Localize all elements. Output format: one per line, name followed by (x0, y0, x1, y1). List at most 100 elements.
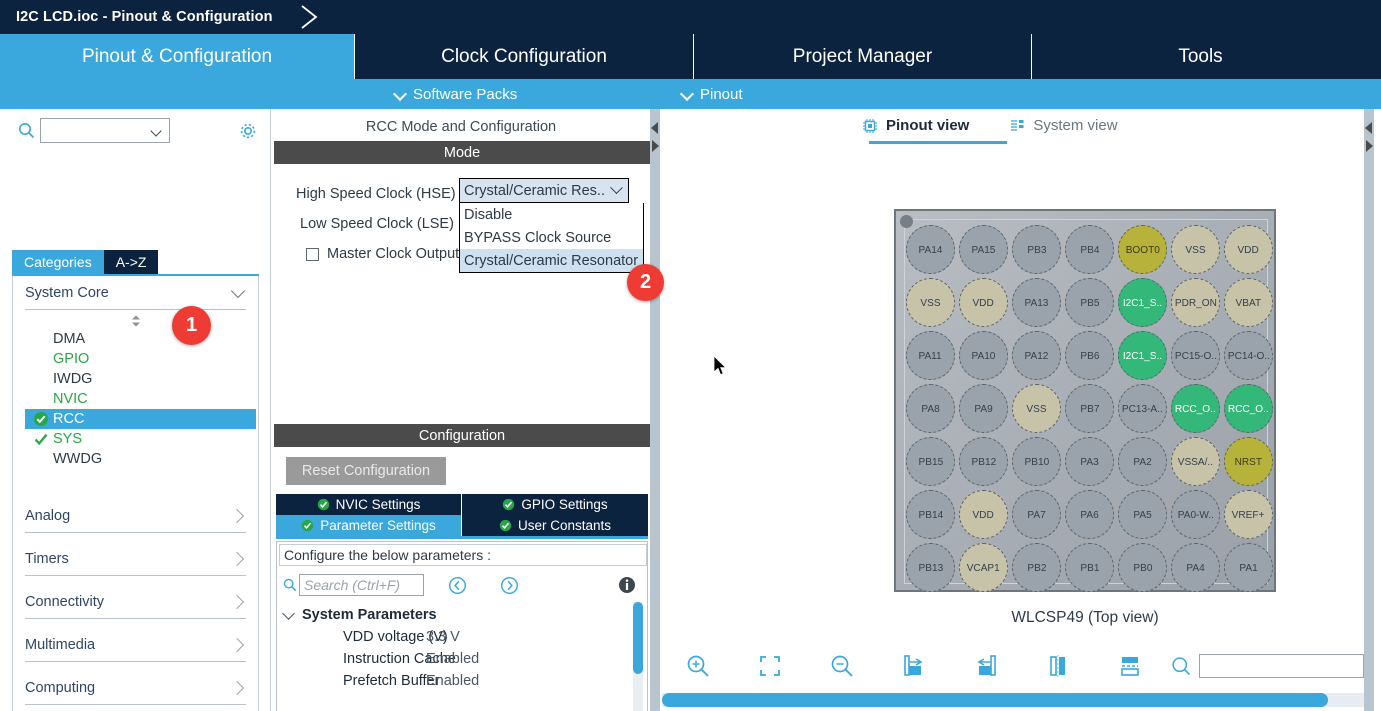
rotate-right-button[interactable] (878, 641, 950, 691)
gear-icon[interactable] (238, 121, 258, 141)
sidebar-group-system-core[interactable]: System Core (25, 276, 246, 310)
pin-ball[interactable]: PB5 (1065, 278, 1114, 327)
pin-ball[interactable]: PA2 (1118, 437, 1167, 486)
tab-nvic-settings[interactable]: NVIC Settings (276, 494, 462, 515)
pin-ball[interactable]: PDR_ON (1171, 278, 1220, 327)
pin-ball[interactable]: PA7 (1012, 490, 1061, 539)
collapse-down-icon[interactable] (650, 139, 660, 153)
sidebar-group-computing[interactable]: Computing (25, 671, 246, 705)
pin-ball[interactable]: I2C1_S.. (1118, 278, 1167, 327)
pin-search-input[interactable] (1199, 654, 1364, 678)
pin-ball[interactable]: PA9 (959, 384, 1008, 433)
pin-ball[interactable]: PB13 (906, 543, 955, 592)
pin-ball[interactable]: PA6 (1065, 490, 1114, 539)
pin-ball[interactable]: RCC_O.. (1224, 384, 1273, 433)
sidebar-group-multimedia[interactable]: Multimedia (25, 628, 246, 662)
pin-ball[interactable]: PB10 (1012, 437, 1061, 486)
pin-ball[interactable]: PA0-W.. (1171, 490, 1220, 539)
parameter-scrollbar[interactable] (633, 602, 643, 711)
zoom-in-button[interactable] (662, 641, 734, 691)
pin-ball[interactable]: VREF+ (1224, 490, 1273, 539)
rotate-left-button[interactable] (950, 641, 1022, 691)
pin-ball[interactable]: PA11 (906, 331, 955, 380)
pin-ball[interactable]: PB12 (959, 437, 1008, 486)
pin-ball[interactable]: VDD (959, 278, 1008, 327)
tab-clock-configuration[interactable]: Clock Configuration (355, 34, 694, 79)
parameter-search-input[interactable]: Search (Ctrl+F) (299, 574, 424, 596)
pin-ball[interactable]: PA4 (1171, 543, 1220, 592)
pin-ball[interactable]: PA15 (959, 225, 1008, 274)
sidebar-scroll-handle[interactable] (13, 313, 258, 329)
sidebar-item-gpio[interactable]: GPIO (13, 349, 258, 369)
pin-ball[interactable]: I2C1_S.. (1118, 331, 1167, 380)
collapse-up-icon[interactable] (650, 121, 660, 135)
zoom-out-button[interactable] (806, 641, 878, 691)
pin-ball[interactable]: VSS (1012, 384, 1061, 433)
parameter-group-system-parameters[interactable]: System Parameters (281, 604, 631, 626)
hse-option-bypass[interactable]: BYPASS Clock Source (460, 226, 643, 249)
sidebar-tab-categories[interactable]: Categories (12, 250, 104, 274)
pin-ball[interactable]: PB6 (1065, 331, 1114, 380)
pin-ball[interactable]: PA1 (1224, 543, 1273, 592)
pin-ball[interactable]: PB0 (1118, 543, 1167, 592)
panel-splitter-left[interactable] (650, 109, 660, 711)
view-system[interactable]: System view (1009, 117, 1118, 134)
hse-select[interactable]: Crystal/Ceramic Res... (459, 178, 629, 203)
tab-project-manager[interactable]: Project Manager (694, 34, 1032, 79)
hse-option-crystal[interactable]: Crystal/Ceramic Resonator (460, 249, 643, 272)
pin-ball[interactable]: VSS (906, 278, 955, 327)
pin-ball[interactable]: VCAP1 (959, 543, 1008, 592)
pin-ball[interactable]: PB2 (1012, 543, 1061, 592)
pin-ball[interactable]: PB4 (1065, 225, 1114, 274)
tab-tools[interactable]: Tools (1032, 34, 1369, 79)
pin-ball[interactable]: PB1 (1065, 543, 1114, 592)
flip-horizontal-button[interactable] (1022, 641, 1094, 691)
pinout-horizontal-scrollbar-thumb[interactable] (662, 693, 1328, 707)
master-clock-output-row[interactable]: Master Clock Output (306, 240, 459, 268)
pin-ball[interactable]: RCC_O.. (1171, 384, 1220, 433)
menu-pinout[interactable]: Pinout (681, 79, 743, 109)
pin-ball[interactable]: PA3 (1065, 437, 1114, 486)
pin-ball[interactable]: PC15-O.. (1171, 331, 1220, 380)
menu-software-packs[interactable]: Software Packs (394, 79, 517, 109)
show-labels-button[interactable] (1094, 641, 1166, 691)
sidebar-group-analog[interactable]: Analog (25, 499, 246, 533)
sidebar-item-rcc[interactable]: RCC (25, 409, 256, 429)
sidebar-search-input[interactable] (40, 118, 170, 143)
collapse-up-icon[interactable] (1364, 121, 1374, 135)
parameter-row[interactable]: VDD voltage (V) 3.3 V (281, 626, 631, 648)
pin-ball[interactable]: VSS (1171, 225, 1220, 274)
pin-ball[interactable]: PB15 (906, 437, 955, 486)
pinout-horizontal-scrollbar[interactable] (662, 693, 1364, 707)
next-circle-icon[interactable] (500, 576, 519, 595)
tab-parameter-settings[interactable]: Parameter Settings (276, 515, 462, 536)
fit-to-screen-button[interactable] (734, 641, 806, 691)
pin-ball[interactable]: NRST (1224, 437, 1273, 486)
tab-pinout-configuration[interactable]: Pinout & Configuration (0, 34, 355, 79)
prev-circle-icon[interactable] (448, 576, 467, 595)
sidebar-item-nvic[interactable]: NVIC (13, 389, 258, 409)
sidebar-group-timers[interactable]: Timers (25, 542, 246, 576)
sidebar-item-dma[interactable]: DMA (13, 329, 258, 349)
pin-ball[interactable]: VDD (1224, 225, 1273, 274)
collapse-down-icon[interactable] (1364, 139, 1374, 153)
sidebar-item-sys[interactable]: SYS (13, 429, 258, 449)
pin-ball[interactable]: PC13-A.. (1118, 384, 1167, 433)
pin-ball[interactable]: PC14-O.. (1224, 331, 1273, 380)
pin-ball[interactable]: PB14 (906, 490, 955, 539)
tab-gpio-settings[interactable]: GPIO Settings (462, 494, 648, 515)
pin-ball[interactable]: PA10 (959, 331, 1008, 380)
pin-ball[interactable]: VBAT (1224, 278, 1273, 327)
pin-ball[interactable]: PA8 (906, 384, 955, 433)
pin-ball[interactable]: PA14 (906, 225, 955, 274)
master-clock-output-checkbox[interactable] (306, 247, 319, 261)
pin-ball[interactable]: PB7 (1065, 384, 1114, 433)
pin-ball[interactable]: PA5 (1118, 490, 1167, 539)
pin-ball[interactable]: PA13 (1012, 278, 1061, 327)
pin-ball[interactable]: PA12 (1012, 331, 1061, 380)
sidebar-item-wwdg[interactable]: WWDG (13, 449, 258, 469)
parameter-scrollbar-thumb[interactable] (633, 602, 643, 674)
info-icon[interactable] (618, 576, 636, 594)
pin-ball[interactable]: BOOT0 (1118, 225, 1167, 274)
reset-configuration-button[interactable]: Reset Configuration (286, 457, 446, 485)
